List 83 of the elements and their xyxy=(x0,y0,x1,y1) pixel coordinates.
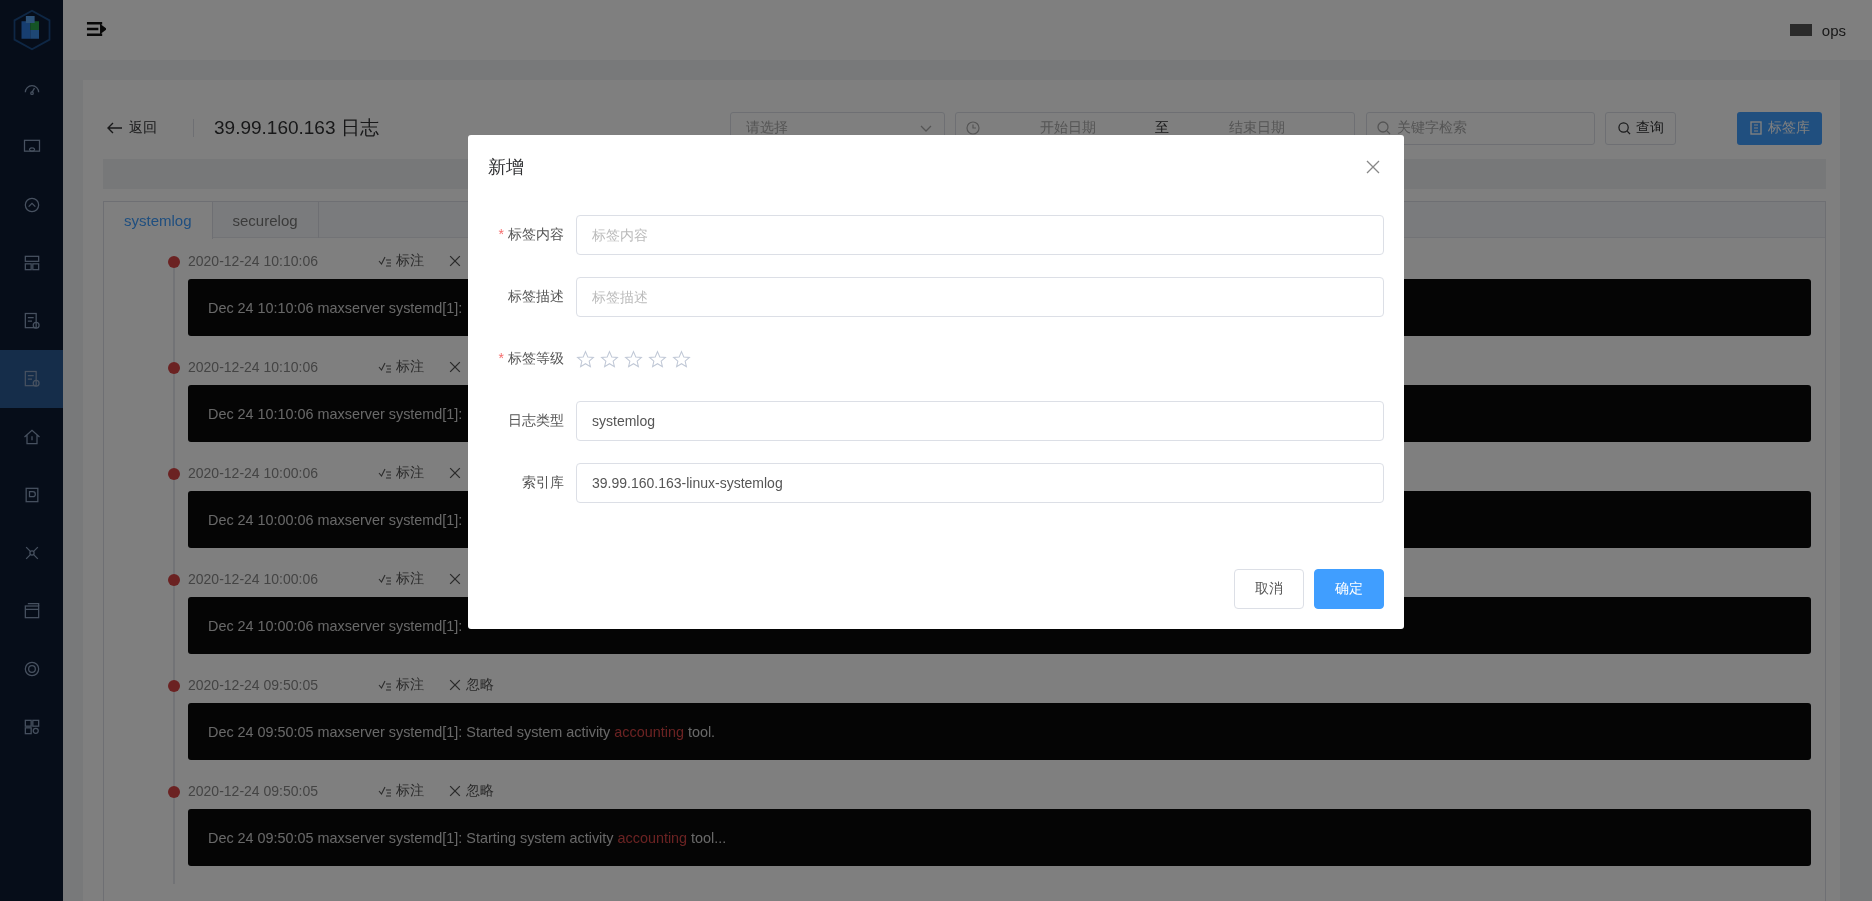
mark-button[interactable]: 标注 xyxy=(378,464,424,482)
ignore-button[interactable] xyxy=(448,573,462,585)
check-list-icon xyxy=(378,785,392,797)
log-time: 2020-12-24 10:00:06 xyxy=(188,465,319,481)
log-message: Dec 24 09:50:05 maxserver systemd[1]: Starting system activity accounting tool... xyxy=(208,829,727,846)
close-icon xyxy=(448,573,462,585)
field-label: 索引库 xyxy=(521,474,565,492)
close-button[interactable] xyxy=(1366,160,1380,174)
log-time: 2020-12-24 09:50:05 xyxy=(188,783,319,799)
tag-library-button[interactable]: 标签库 xyxy=(1737,111,1822,145)
star-icon[interactable] xyxy=(672,349,691,369)
search-icon xyxy=(1377,121,1391,135)
star-icon[interactable] xyxy=(624,349,643,369)
log-message: Dec 24 10:10:06 maxserver systemd[1]: xyxy=(208,405,463,422)
ignore-button[interactable] xyxy=(448,361,462,373)
close-icon xyxy=(448,679,462,691)
confirm-button[interactable]: 确定 xyxy=(1314,569,1384,609)
menu-icon xyxy=(86,21,106,37)
menu-button[interactable] xyxy=(85,21,107,39)
close-icon xyxy=(448,361,462,373)
close-icon xyxy=(448,255,462,267)
input-field[interactable]: 39.99.160.163-linux-systemlog xyxy=(576,463,1384,503)
star-icon[interactable] xyxy=(600,349,619,369)
star-icon[interactable] xyxy=(576,349,595,369)
input-field[interactable]: 标签描述 xyxy=(576,277,1384,317)
required-mark: * xyxy=(498,226,504,242)
mark-button[interactable]: 标注 xyxy=(378,782,424,800)
mark-button[interactable]: 标注 xyxy=(378,676,424,694)
home-icon xyxy=(21,427,42,447)
dialog-title: 新增 xyxy=(488,156,524,179)
field-label: 日志类型 xyxy=(507,412,565,430)
chevron-down-icon xyxy=(920,124,932,132)
check-list-icon xyxy=(378,361,392,373)
search-icon xyxy=(1617,121,1631,135)
ignore-button[interactable]: 忽略 xyxy=(448,782,494,800)
log-message: Dec 24 09:50:05 maxserver systemd[1]: Started system activity accounting tool. xyxy=(208,723,716,740)
log-message: Dec 24 10:00:06 maxserver systemd[1]: xyxy=(208,511,463,528)
timeline-dot xyxy=(168,256,180,268)
cancel-button[interactable]: 取消 xyxy=(1234,569,1304,609)
check-list-icon xyxy=(378,255,392,267)
ignore-button[interactable] xyxy=(448,467,462,479)
log-message: Dec 24 10:10:06 maxserver systemd[1]: xyxy=(208,299,463,316)
log-time: 2020-12-24 10:10:06 xyxy=(188,359,319,375)
required-mark: * xyxy=(498,350,504,366)
book-icon xyxy=(1749,121,1762,135)
back-link[interactable]: 返回 xyxy=(103,119,157,137)
check-list-icon xyxy=(378,573,392,585)
ignore-button[interactable] xyxy=(448,255,462,267)
mark-button[interactable]: 标注 xyxy=(378,358,424,376)
log-time: 2020-12-24 09:50:05 xyxy=(188,677,319,693)
close-icon xyxy=(448,785,462,797)
field-label: 标签描述 xyxy=(507,288,565,306)
star-icon[interactable] xyxy=(648,349,667,369)
log-time: 2020-12-24 10:00:06 xyxy=(188,571,319,587)
tab[interactable]: systemlog xyxy=(104,202,213,239)
close-icon xyxy=(1366,160,1380,174)
log-message: Dec 24 10:00:06 maxserver systemd[1]: xyxy=(208,617,463,634)
avatar-icon xyxy=(1789,24,1812,36)
page-title: 39.99.160.163 日志 xyxy=(214,116,379,140)
timeline-dot xyxy=(168,362,180,374)
mark-button[interactable]: 标注 xyxy=(378,252,424,270)
check-list-icon xyxy=(378,467,392,479)
star-rating[interactable] xyxy=(576,349,691,369)
input-field[interactable]: systemlog xyxy=(576,401,1384,441)
timeline-dot xyxy=(168,468,180,480)
back-arrow-icon xyxy=(107,122,123,134)
log-time: 2020-12-24 10:10:06 xyxy=(188,253,319,269)
input-field[interactable]: 标签内容 xyxy=(576,215,1384,255)
field-label: * 标签内容 xyxy=(497,226,565,244)
user-name[interactable]: ops xyxy=(1821,21,1846,39)
field-label: * 标签等级 xyxy=(497,350,565,368)
timeline-dot xyxy=(168,574,180,586)
check-list-icon xyxy=(378,679,392,691)
mark-button[interactable]: 标注 xyxy=(378,570,424,588)
ignore-button[interactable]: 忽略 xyxy=(448,676,494,694)
sidebar-item[interactable] xyxy=(0,350,63,408)
timeline-dot xyxy=(168,786,180,798)
timeline-dot xyxy=(168,680,180,692)
clock-icon xyxy=(966,121,980,135)
query-button[interactable]: 查询 xyxy=(1605,111,1676,145)
close-icon xyxy=(448,467,462,479)
range-separator: 至 xyxy=(1155,119,1169,137)
tab[interactable]: securelog xyxy=(212,202,319,238)
